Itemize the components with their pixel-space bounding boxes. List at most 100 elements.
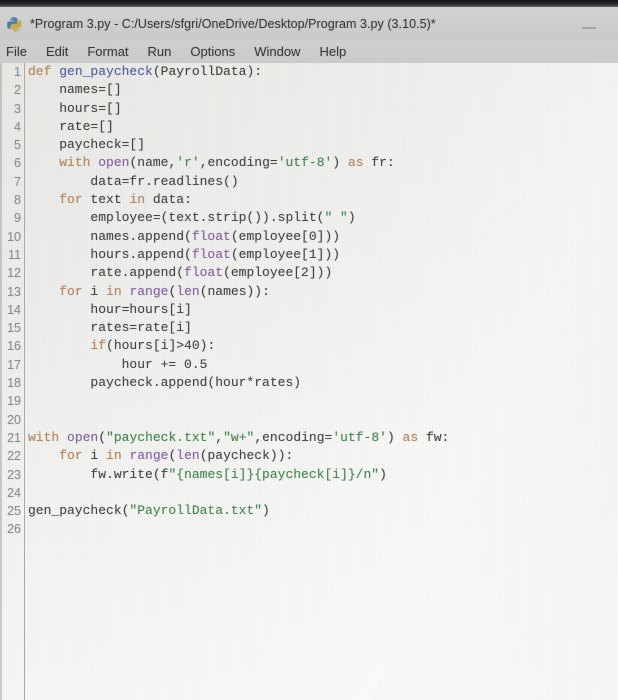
code-token: range xyxy=(129,283,169,299)
line-text: for i in range(len(names)): xyxy=(28,283,270,301)
code-line[interactable]: 22 for i in range(len(paycheck)): xyxy=(0,447,618,465)
line-text: gen_paycheck("PayrollData.txt") xyxy=(28,502,270,520)
menu-item-options[interactable]: Options xyxy=(190,44,235,59)
line-text: rate.append(float(employee[2])) xyxy=(28,264,332,282)
menu-item-help[interactable]: Help xyxy=(319,44,346,59)
minimize-button[interactable] xyxy=(582,27,596,29)
code-token: (name, xyxy=(129,155,177,171)
line-number: 24 xyxy=(7,485,21,500)
line-text: fw.write(f"{names[i]}{paycheck[i]}/n") xyxy=(28,466,386,484)
code-line[interactable]: 12 rate.append(float(employee[2])) xyxy=(0,264,618,282)
code-token: gen_paycheck xyxy=(59,64,153,79)
code-token: float xyxy=(184,265,224,281)
code-token: hour=hours[i] xyxy=(28,301,192,317)
code-token: 'utf-8' xyxy=(332,429,387,445)
code-token: i xyxy=(82,448,107,464)
code-token: ( xyxy=(98,429,107,445)
code-line[interactable]: 13 for i in range(len(names)): xyxy=(0,283,618,301)
code-token: len xyxy=(176,448,200,464)
code-token: (employee[1])) xyxy=(230,246,341,262)
line-number: 22 xyxy=(7,449,21,464)
code-token: rates=rate[i] xyxy=(28,320,192,336)
code-token: gen_paycheck( xyxy=(28,503,130,519)
titlebar[interactable]: *Program 3.py - C:/Users/sfgri/OneDrive/… xyxy=(0,7,618,40)
line-text: paycheck.append(hour*rates) xyxy=(28,374,301,392)
code-token: "paycheck.txt" xyxy=(106,429,216,445)
code-token: "w+" xyxy=(223,429,255,445)
code-token: , xyxy=(215,429,224,445)
code-token: (PayrollData): xyxy=(152,64,263,79)
code-editor[interactable]: 1 def gen_paycheck(PayrollData): 2 names=[… xyxy=(0,63,618,700)
code-line[interactable]: 24 xyxy=(0,484,618,502)
line-number: 3 xyxy=(14,101,21,116)
code-token: in xyxy=(106,448,122,464)
line-number: 4 xyxy=(14,119,21,134)
code-text-area[interactable]: 1 def gen_paycheck(PayrollData): 2 names=[… xyxy=(0,63,618,539)
code-token: with xyxy=(59,155,91,171)
line-text: def gen_paycheck(PayrollData): xyxy=(28,63,262,81)
code-token: float xyxy=(191,228,231,244)
code-line[interactable]: 14 hour=hours[i] xyxy=(0,301,618,319)
code-token: (employee[2])) xyxy=(223,265,333,281)
code-line[interactable]: 18 paycheck.append(hour*rates) xyxy=(0,374,618,392)
code-token: for xyxy=(59,192,83,208)
code-line[interactable]: 25 gen_paycheck("PayrollData.txt") xyxy=(0,502,618,520)
code-line[interactable]: 11 hours.append(float(employee[1])) xyxy=(0,246,618,264)
code-token: 'r' xyxy=(176,155,200,171)
line-number: 19 xyxy=(7,394,21,409)
code-token: as xyxy=(402,429,419,445)
line-text: for i in range(len(paycheck)): xyxy=(28,447,293,465)
line-text: employee=(text.strip()).split(" ") xyxy=(28,209,355,227)
code-line[interactable]: 6 with open(name,'r',encoding='utf-8') a… xyxy=(0,154,618,172)
code-token: fr: xyxy=(363,155,395,171)
gutter-separator xyxy=(24,63,25,700)
code-line[interactable]: 15 rates=rate[i] xyxy=(0,319,618,337)
line-text: paycheck=[] xyxy=(28,136,145,154)
line-text: with open(name,'r',encoding='utf-8') as … xyxy=(28,154,395,172)
menu-item-run[interactable]: Run xyxy=(148,44,172,59)
code-line[interactable]: 7 data=fr.readlines() xyxy=(0,173,618,191)
code-line[interactable]: 2 names=[] xyxy=(0,81,618,99)
code-line[interactable]: 5 paycheck=[] xyxy=(0,136,618,154)
menu-item-window[interactable]: Window xyxy=(254,44,300,59)
line-text: hours=[] xyxy=(28,100,121,118)
menu-item-format[interactable]: Format xyxy=(87,44,128,59)
code-token: fw.write(f xyxy=(28,466,169,482)
code-token: paycheck=[] xyxy=(28,137,146,153)
code-line[interactable]: 20 xyxy=(0,411,618,429)
code-token: "{names[i]}{paycheck[i]}/n" xyxy=(168,466,380,482)
code-token: hours.append( xyxy=(28,246,192,262)
line-text: for text in data: xyxy=(28,191,192,209)
code-token: ,encoding= xyxy=(199,155,278,171)
menu-item-file[interactable]: File xyxy=(6,44,27,59)
line-number: 6 xyxy=(14,156,21,171)
code-line[interactable]: 4 rate=[] xyxy=(0,118,618,136)
code-line[interactable]: 10 names.append(float(employee[0])) xyxy=(0,228,618,246)
code-line[interactable]: 3 hours=[] xyxy=(0,100,618,118)
code-line[interactable]: 9 employee=(text.strip()).split(" ") xyxy=(0,209,618,227)
line-number: 25 xyxy=(7,504,21,519)
menu-item-edit[interactable]: Edit xyxy=(46,44,68,59)
code-token: in xyxy=(129,192,146,208)
code-line[interactable]: 19 xyxy=(0,392,618,410)
line-number: 21 xyxy=(7,430,21,445)
code-line[interactable]: 16 if(hours[i]>40): xyxy=(0,337,618,355)
code-token: ) xyxy=(332,155,348,171)
gutter-edge xyxy=(0,63,2,700)
code-token: names=[] xyxy=(28,82,122,98)
code-line[interactable]: 1 def gen_paycheck(PayrollData): xyxy=(0,63,618,81)
code-line[interactable]: 8 for text in data: xyxy=(0,191,618,209)
code-line[interactable]: 23 fw.write(f"{names[i]}{paycheck[i]}/n"… xyxy=(0,466,618,484)
line-text: hour=hours[i] xyxy=(28,301,192,319)
code-token: data: xyxy=(145,192,192,208)
code-token: data=fr.readlines() xyxy=(28,173,239,189)
code-line[interactable]: 21 with open("paycheck.txt","w+",encoding… xyxy=(0,429,618,447)
code-line[interactable]: 17 hour += 0.5 xyxy=(0,356,618,374)
line-number: 23 xyxy=(7,467,21,482)
line-number: 8 xyxy=(14,193,21,208)
code-token: float xyxy=(191,246,231,262)
code-line[interactable]: 26 xyxy=(0,520,618,538)
